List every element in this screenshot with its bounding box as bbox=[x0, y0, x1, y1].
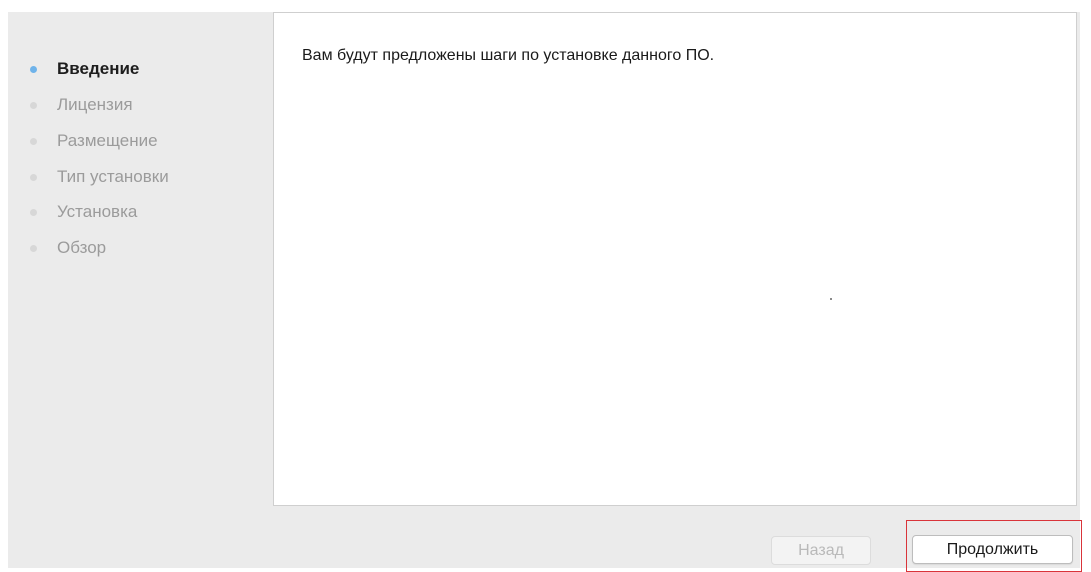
back-button[interactable]: Назад bbox=[771, 536, 871, 565]
step-license: Лицензия bbox=[30, 93, 133, 117]
step-label: Установка bbox=[57, 202, 138, 221]
step-active-dot-icon bbox=[30, 65, 37, 73]
step-installation: Установка bbox=[30, 200, 137, 224]
step-label: Размещение bbox=[57, 131, 158, 150]
content-speck bbox=[830, 298, 832, 300]
step-dot-icon bbox=[30, 244, 37, 252]
installer-panel: Введение Лицензия Размещение Тип установ… bbox=[8, 12, 1082, 572]
step-dot-icon bbox=[30, 173, 37, 181]
step-summary: Обзор bbox=[30, 236, 106, 260]
continue-button[interactable]: Продолжить bbox=[912, 535, 1073, 564]
step-label: Тип установки bbox=[57, 167, 169, 186]
step-destination: Размещение bbox=[30, 129, 158, 153]
content-pane: Вам будут предложены шаги по установке д… bbox=[273, 12, 1077, 506]
step-installation-type: Тип установки bbox=[30, 165, 169, 189]
step-label: Введение bbox=[57, 59, 140, 78]
step-dot-icon bbox=[30, 137, 37, 145]
intro-text: Вам будут предложены шаги по установке д… bbox=[302, 47, 715, 64]
step-dot-icon bbox=[30, 208, 37, 216]
step-label: Обзор bbox=[57, 238, 107, 257]
step-introduction: Введение bbox=[30, 57, 139, 81]
step-dot-icon bbox=[30, 101, 37, 109]
step-label: Лицензия bbox=[57, 95, 133, 114]
installer-window: Введение Лицензия Размещение Тип установ… bbox=[0, 0, 1091, 572]
steps-sidebar: Введение Лицензия Размещение Тип установ… bbox=[8, 12, 273, 568]
